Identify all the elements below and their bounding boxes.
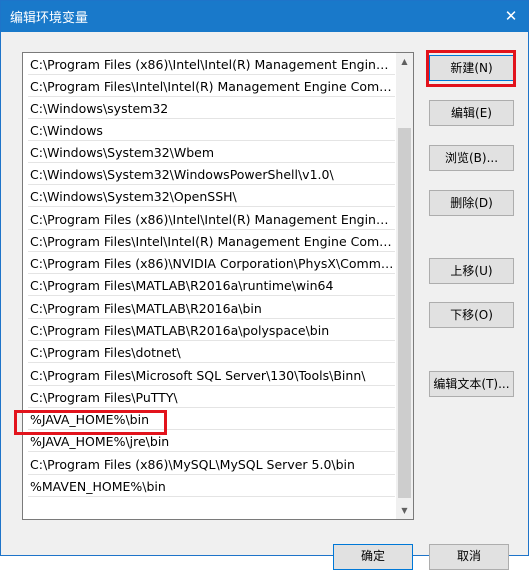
delete-button[interactable]: 删除(D) bbox=[429, 190, 514, 216]
close-icon[interactable]: ✕ bbox=[494, 1, 528, 31]
list-item[interactable]: C:\Windows\System32\Wbem bbox=[28, 143, 395, 163]
edit-env-var-dialog: 编辑环境变量 ✕ C:\Program Files (x86)\Intel\In… bbox=[0, 0, 529, 570]
list-item[interactable]: %JAVA_HOME%\bin bbox=[28, 410, 395, 430]
new-button[interactable]: 新建(N) bbox=[429, 55, 514, 81]
list-item[interactable]: C:\Program Files\MATLAB\R2016a\bin bbox=[28, 299, 395, 319]
list-item[interactable]: C:\Windows\System32\WindowsPowerShell\v1… bbox=[28, 165, 395, 185]
scroll-down-icon[interactable]: ▼ bbox=[396, 502, 413, 519]
list-item[interactable]: C:\Program Files (x86)\MySQL\MySQL Serve… bbox=[28, 455, 395, 475]
ok-button[interactable]: 确定 bbox=[333, 544, 413, 570]
list-item[interactable]: C:\Program Files\Microsoft SQL Server\13… bbox=[28, 366, 395, 386]
list-item[interactable]: C:\Windows\system32 bbox=[28, 99, 395, 119]
cancel-button[interactable]: 取消 bbox=[429, 544, 509, 570]
list-item[interactable]: C:\Program Files\MATLAB\R2016a\runtime\w… bbox=[28, 276, 395, 296]
browse-button[interactable]: 浏览(B)... bbox=[429, 145, 514, 171]
list-item[interactable]: C:\Program Files (x86)\Intel\Intel(R) Ma… bbox=[28, 55, 395, 75]
list-item[interactable]: C:\Program Files\dotnet\ bbox=[28, 343, 395, 363]
list-item[interactable]: C:\Program Files (x86)\Intel\Intel(R) Ma… bbox=[28, 210, 395, 230]
list-item[interactable]: C:\Windows bbox=[28, 121, 395, 141]
edit-button[interactable]: 编辑(E) bbox=[429, 100, 514, 126]
list-item[interactable]: C:\Program Files\Intel\Intel(R) Manageme… bbox=[28, 232, 395, 252]
move-up-button[interactable]: 上移(U) bbox=[429, 258, 514, 284]
list-item[interactable]: C:\Program Files (x86)\NVIDIA Corporatio… bbox=[28, 254, 395, 274]
list-scrollbar[interactable]: ▲ ▼ bbox=[396, 53, 413, 519]
list-item[interactable]: C:\Windows\System32\OpenSSH\ bbox=[28, 187, 395, 207]
title-bar: 编辑环境变量 ✕ bbox=[1, 1, 528, 32]
scroll-thumb[interactable] bbox=[398, 128, 411, 498]
list-item[interactable]: %MAVEN_HOME%\bin bbox=[28, 477, 395, 497]
window-title: 编辑环境变量 bbox=[10, 11, 89, 26]
list-item[interactable]: C:\Program Files\Intel\Intel(R) Manageme… bbox=[28, 77, 395, 97]
move-down-button[interactable]: 下移(O) bbox=[429, 302, 514, 328]
scroll-up-icon[interactable]: ▲ bbox=[396, 53, 413, 70]
list-item[interactable]: C:\Program Files\PuTTY\ bbox=[28, 388, 395, 408]
path-list[interactable]: C:\Program Files (x86)\Intel\Intel(R) Ma… bbox=[22, 52, 414, 520]
edit-text-button[interactable]: 编辑文本(T)... bbox=[429, 371, 514, 397]
list-item[interactable]: %JAVA_HOME%\jre\bin bbox=[28, 432, 395, 452]
list-item[interactable]: C:\Program Files\MATLAB\R2016a\polyspace… bbox=[28, 321, 395, 341]
